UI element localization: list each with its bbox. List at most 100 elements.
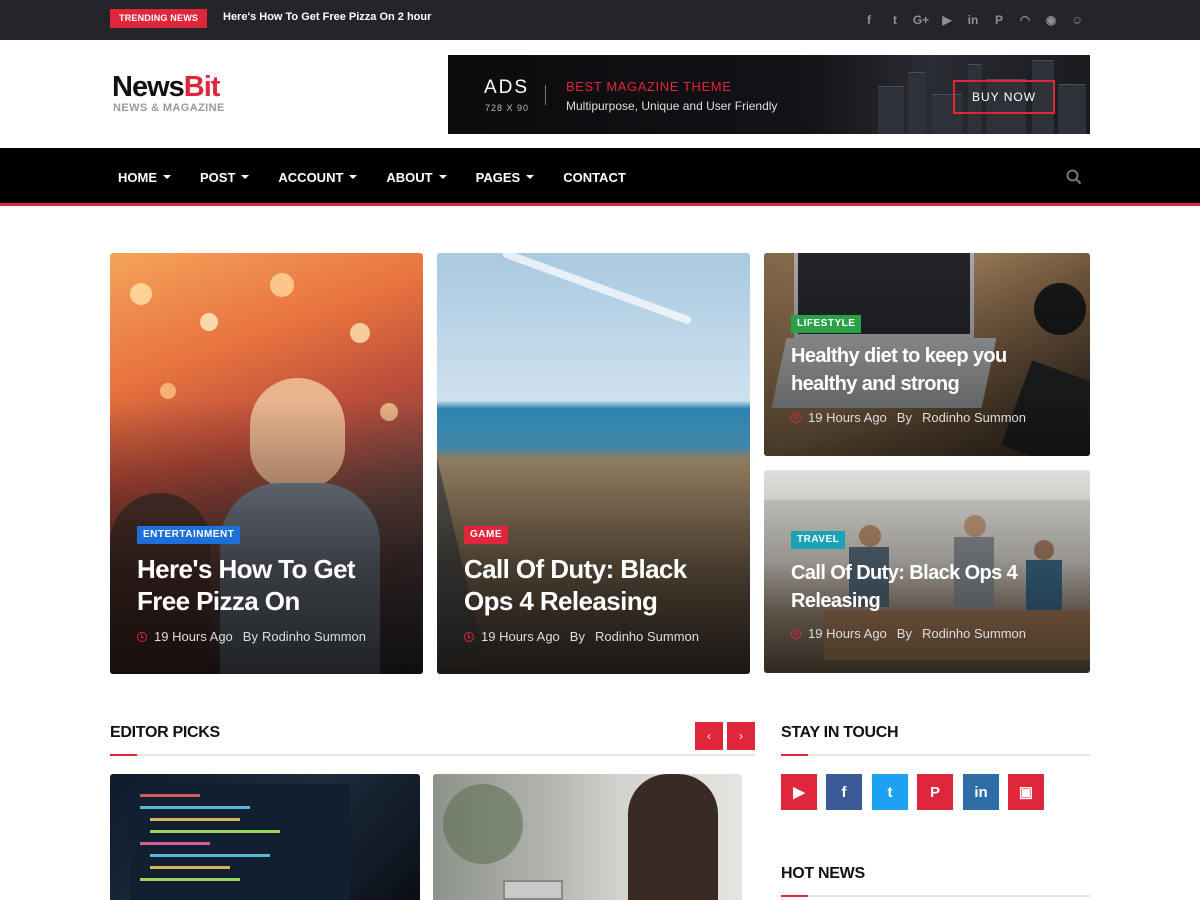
nav-item-pages[interactable]: PAGES — [476, 170, 535, 185]
category-tag[interactable]: ENTERTAINMENT — [137, 526, 241, 544]
category-tag[interactable]: LIFESTYLE — [791, 315, 862, 333]
card-title-line: Healthy diet to keep you — [791, 345, 1007, 367]
post-time: 19 Hours Ago — [481, 629, 560, 644]
stay-in-touch-title: STAY IN TOUCH — [781, 724, 899, 741]
card-title[interactable]: Healthy diet to keep you healthy and str… — [791, 342, 1007, 398]
author-name[interactable]: Rodinho Summon — [595, 629, 699, 644]
author-name[interactable]: Rodinho Summon — [922, 410, 1026, 425]
by-label: By — [569, 629, 585, 644]
facebook-icon[interactable]: f — [826, 774, 862, 810]
logo-tagline: NEWS & MAGAZINE — [113, 102, 225, 114]
card-title-line: Releasing — [791, 590, 881, 612]
clock-icon — [137, 631, 147, 642]
caret-down-icon — [526, 175, 535, 179]
by-label: By — [242, 629, 258, 644]
card-title-line: Here's How To Get — [137, 554, 356, 584]
caret-down-icon — [163, 175, 171, 179]
nav-item-home[interactable]: HOME — [118, 170, 171, 185]
youtube-icon[interactable]: ▶ — [934, 11, 960, 29]
ad-headline: BEST MAGAZINE THEME — [566, 79, 732, 94]
card-title-line: Ops 4 Releasing — [464, 586, 658, 616]
logo-wordmark: NewsBit — [112, 72, 225, 102]
buy-now-button[interactable]: BUY NOW — [953, 80, 1055, 114]
featured-card[interactable]: LIFESTYLE Healthy diet to keep you healt… — [764, 253, 1090, 456]
clock-icon — [791, 628, 801, 639]
category-tag[interactable]: GAME — [464, 526, 508, 544]
card-title[interactable]: Here's How To Get Free Pizza On — [137, 553, 356, 617]
card-title[interactable]: Call Of Duty: Black Ops 4 Releasing — [791, 559, 1018, 615]
top-social-links: f t G+ ▶ in P ◠ ◉ ☺ — [856, 11, 1090, 29]
nav-label: HOME — [118, 169, 157, 185]
twitter-icon[interactable]: t — [882, 11, 908, 29]
trending-headline[interactable]: Here's How To Get Free Pizza On 2 hour — [223, 11, 431, 23]
youtube-alt-icon[interactable]: ▣ — [1008, 774, 1044, 810]
caret-down-icon — [438, 175, 447, 179]
ad-size: 728 X 90 — [485, 103, 530, 113]
card-image — [110, 774, 420, 900]
caret-down-icon — [241, 175, 250, 179]
author-name[interactable]: Rodinho Summon — [262, 629, 366, 644]
editor-picks-title: EDITOR PICKS — [110, 724, 220, 741]
linkedin-icon[interactable]: in — [963, 774, 999, 810]
youtube-icon[interactable]: ▶ — [781, 774, 817, 810]
github-icon[interactable]: ◉ — [1038, 11, 1064, 29]
search-icon[interactable] — [1066, 169, 1082, 185]
clock-icon — [464, 631, 474, 642]
ad-label: ADS — [484, 77, 530, 98]
twitter-icon[interactable]: t — [872, 774, 908, 810]
pinterest-icon[interactable]: P — [917, 774, 953, 810]
nav-label: ACCOUNT — [278, 169, 344, 185]
facebook-icon[interactable]: f — [856, 11, 882, 29]
card-title-line: Call Of Duty: Black — [464, 554, 687, 584]
nav-item-contact[interactable]: CONTACT — [563, 170, 626, 185]
stay-in-touch-underline — [781, 754, 1090, 756]
ad-divider — [545, 85, 546, 105]
category-tag[interactable]: TRAVEL — [791, 531, 846, 549]
featured-card[interactable]: GAME Call Of Duty: Black Ops 4 Releasing… — [437, 253, 750, 674]
card-image — [433, 774, 742, 900]
main-nav: HOME POST ACCOUNT ABOUT PAGES CONTACT — [0, 148, 1200, 206]
prev-arrow-button[interactable]: ‹ — [695, 722, 723, 750]
nav-item-about[interactable]: ABOUT — [386, 169, 447, 185]
hot-news-title: HOT NEWS — [781, 865, 865, 882]
linkedin-icon[interactable]: in — [960, 11, 986, 29]
editor-pick-card[interactable] — [110, 774, 420, 900]
nav-item-post[interactable]: POST — [200, 170, 250, 185]
next-arrow-button[interactable]: › — [727, 722, 755, 750]
google-plus-icon[interactable]: G+ — [908, 11, 934, 29]
hot-news-underline — [781, 895, 1090, 897]
featured-card[interactable]: TRAVEL Call Of Duty: Black Ops 4 Releasi… — [764, 470, 1090, 673]
nav-item-account[interactable]: ACCOUNT — [278, 169, 358, 185]
card-meta: 19 Hours Ago By Rodinho Summon — [791, 626, 1026, 641]
nav-label: ABOUT — [386, 169, 433, 185]
card-meta: 19 Hours Ago By Rodinho Summon — [137, 629, 366, 644]
featured-card[interactable]: ENTERTAINMENT Here's How To Get Free Piz… — [110, 253, 423, 674]
card-title-line: Free Pizza On — [137, 586, 300, 616]
card-title-line: healthy and strong — [791, 373, 960, 395]
post-time: 19 Hours Ago — [154, 629, 233, 644]
nav-label: PAGES — [475, 169, 521, 185]
caret-down-icon — [349, 175, 358, 179]
by-label: By — [896, 626, 912, 641]
post-time: 19 Hours Ago — [808, 410, 887, 425]
card-title[interactable]: Call Of Duty: Black Ops 4 Releasing — [464, 553, 687, 617]
author-name[interactable]: Rodinho Summon — [922, 626, 1026, 641]
ad-description: Multipurpose, Unique and User Friendly — [566, 99, 778, 113]
trending-badge: TRENDING NEWS — [110, 9, 208, 28]
pinterest-icon[interactable]: P — [986, 11, 1012, 29]
rss-icon[interactable]: ◠ — [1012, 11, 1038, 29]
clock-icon — [791, 412, 801, 423]
top-bar: TRENDING NEWS Here's How To Get Free Piz… — [0, 0, 1200, 40]
ad-banner[interactable]: ADS 728 X 90 BEST MAGAZINE THEME Multipu… — [448, 55, 1090, 134]
card-meta: 19 Hours Ago By Rodinho Summon — [464, 629, 699, 644]
reddit-icon[interactable]: ☺ — [1064, 11, 1090, 29]
card-title-line: Call Of Duty: Black Ops 4 — [791, 562, 1018, 584]
logo-word-news: News — [112, 71, 185, 103]
logo-word-bit: Bit — [183, 71, 221, 103]
post-time: 19 Hours Ago — [808, 626, 887, 641]
site-logo[interactable]: NewsBit NEWS & MAGAZINE — [112, 72, 225, 114]
nav-label: CONTACT — [563, 169, 626, 185]
editor-pick-card[interactable] — [433, 774, 742, 900]
by-label: By — [896, 410, 912, 425]
editor-picks-underline — [110, 754, 755, 756]
